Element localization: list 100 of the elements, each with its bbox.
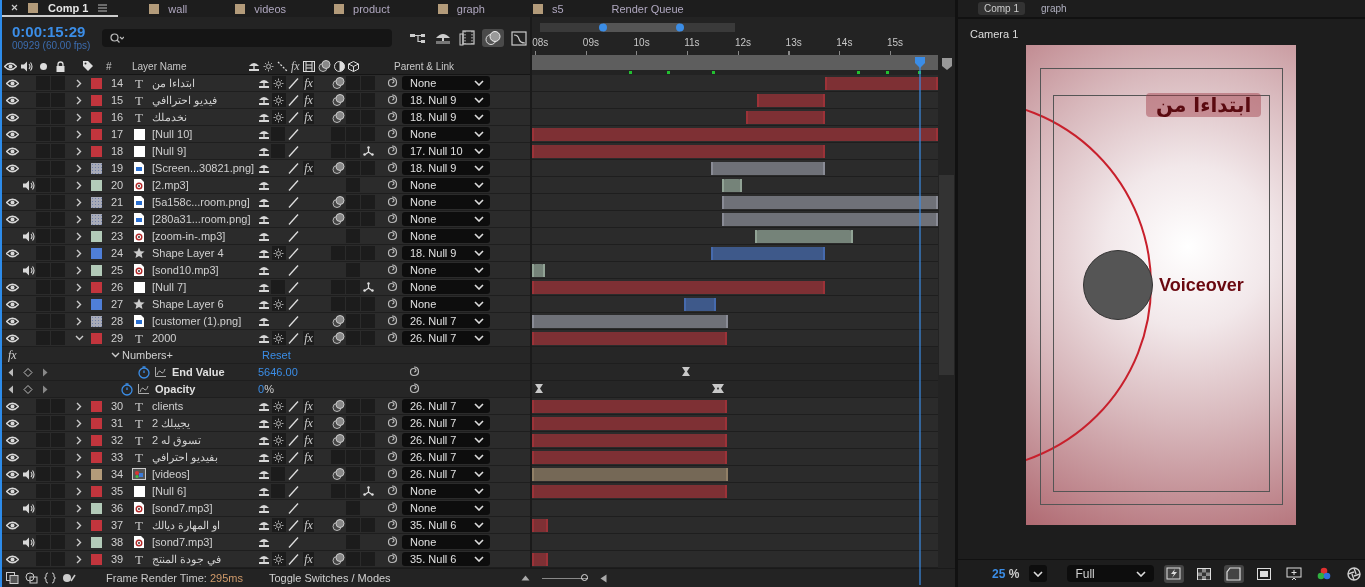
- search-field[interactable]: [102, 28, 392, 47]
- shy-switch-icon[interactable]: [257, 434, 270, 446]
- switch-box[interactable]: [346, 161, 360, 175]
- layer-name[interactable]: Shape Layer 4: [148, 247, 256, 259]
- pick-whip-icon[interactable]: [386, 111, 398, 123]
- out-point-handle[interactable]: [739, 179, 742, 192]
- speaker-icon[interactable]: [21, 264, 35, 276]
- current-time[interactable]: 0:00:15:29: [12, 23, 102, 40]
- column-header[interactable]: Parent & Link: [388, 60, 455, 72]
- sun-icon[interactable]: [273, 417, 284, 429]
- motion-blur-icon[interactable]: [317, 60, 331, 72]
- layer-name[interactable]: [Null 7]: [148, 281, 256, 293]
- shy-switch-icon[interactable]: [257, 553, 270, 565]
- label-color[interactable]: [91, 179, 102, 191]
- switch-box[interactable]: [346, 416, 360, 430]
- parent-dropdown[interactable]: 18. Null 9: [402, 161, 490, 175]
- label-color[interactable]: [91, 434, 102, 446]
- in-point-handle[interactable]: [532, 128, 535, 141]
- sun-icon[interactable]: [273, 111, 284, 123]
- sun-icon[interactable]: [273, 553, 284, 565]
- out-point-handle[interactable]: [823, 281, 826, 294]
- solo-switch[interactable]: [36, 178, 50, 192]
- out-point-handle[interactable]: [725, 451, 728, 464]
- eye-icon[interactable]: [5, 333, 19, 343]
- comp-tab[interactable]: videos: [224, 0, 298, 17]
- graph-editor-icon[interactable]: [511, 29, 527, 46]
- quality-switch-icon[interactable]: [288, 332, 299, 344]
- parent-dropdown[interactable]: None: [402, 76, 490, 90]
- shy-switch-icon[interactable]: [257, 230, 270, 242]
- shy-switch-icon[interactable]: [257, 128, 270, 140]
- in-point-handle[interactable]: [746, 111, 748, 124]
- quality-switch-icon[interactable]: [288, 502, 299, 514]
- layer-name[interactable]: نخدملك: [148, 110, 256, 124]
- parent-dropdown[interactable]: None: [402, 178, 490, 192]
- layer-name[interactable]: فيديو احتراافي: [148, 93, 256, 107]
- eye-icon[interactable]: [5, 486, 19, 496]
- sun-icon[interactable]: [273, 247, 284, 259]
- zoom-level[interactable]: 25 %: [992, 566, 1020, 581]
- property-value[interactable]: 5646.00: [258, 366, 408, 378]
- switch-box[interactable]: [346, 110, 360, 124]
- out-point-handle[interactable]: [725, 332, 728, 345]
- quality-switch-icon[interactable]: [288, 553, 299, 565]
- motion-blur-icon[interactable]: [332, 213, 345, 225]
- effects-switch[interactable]: fx: [303, 450, 314, 464]
- switch-box[interactable]: [346, 314, 360, 328]
- layer-duration-bar[interactable]: [711, 246, 826, 260]
- layer-duration-bar[interactable]: [722, 212, 938, 226]
- stopwatch-icon[interactable]: [121, 382, 133, 396]
- motion-blur-icon[interactable]: [332, 400, 345, 412]
- parent-dropdown[interactable]: None: [402, 535, 490, 549]
- switch-box[interactable]: [346, 93, 360, 107]
- motion-blur-icon[interactable]: [332, 434, 345, 446]
- layer-name[interactable]: تسوق له 2: [148, 433, 256, 447]
- quality-switch-icon[interactable]: [288, 230, 299, 242]
- shy-switch-icon[interactable]: [257, 162, 270, 174]
- out-point-handle[interactable]: [936, 196, 939, 209]
- in-point-handle[interactable]: [532, 553, 535, 566]
- pick-whip-icon[interactable]: [386, 128, 398, 140]
- comp-tab[interactable]: s5: [521, 0, 575, 17]
- comp-tab[interactable]: graph: [426, 0, 496, 17]
- filmstrip-icon[interactable]: [459, 29, 475, 46]
- in-point-handle[interactable]: [532, 145, 535, 158]
- out-point-handle[interactable]: [936, 77, 939, 90]
- parent-dropdown[interactable]: None: [402, 127, 490, 141]
- sun-icon[interactable]: [273, 332, 284, 344]
- shy-switch-icon[interactable]: [257, 179, 270, 191]
- axes-icon[interactable]: [363, 146, 374, 156]
- shy-switch-icon[interactable]: [257, 519, 270, 531]
- switch-box[interactable]: [346, 195, 360, 209]
- in-point-handle[interactable]: [722, 179, 725, 192]
- comp-tab[interactable]: product: [323, 0, 401, 17]
- parent-dropdown[interactable]: None: [402, 195, 490, 209]
- eye-icon[interactable]: [5, 197, 19, 207]
- label-color[interactable]: [91, 196, 102, 208]
- label-color[interactable]: [91, 213, 102, 225]
- tag-icon[interactable]: [82, 60, 94, 72]
- shy-switch-icon[interactable]: [257, 332, 270, 344]
- grid-guides-button[interactable]: [1284, 564, 1305, 583]
- switch-box[interactable]: [346, 399, 360, 413]
- keyframe-icon[interactable]: [534, 384, 543, 393]
- column-header[interactable]: Layer Name: [124, 60, 248, 72]
- graph-icon[interactable]: [155, 367, 166, 377]
- sun-icon[interactable]: [273, 519, 284, 531]
- quality-switch-icon[interactable]: [288, 298, 299, 310]
- zoom-dropdown[interactable]: [1029, 565, 1048, 582]
- out-point-handle[interactable]: [713, 298, 716, 311]
- parent-dropdown[interactable]: 26. Null 7: [402, 467, 490, 481]
- out-point-handle[interactable]: [823, 94, 826, 107]
- label-color[interactable]: [91, 553, 102, 565]
- quality-switch-icon[interactable]: [288, 94, 299, 106]
- label-color[interactable]: [91, 400, 102, 412]
- cube-icon[interactable]: [347, 60, 359, 72]
- layers-icon[interactable]: [6, 572, 19, 584]
- layer-name[interactable]: [Null 10]: [148, 128, 256, 140]
- viewer-tab[interactable]: Comp 1: [978, 2, 1025, 15]
- pick-whip-icon[interactable]: [386, 468, 398, 480]
- motion-blur-icon[interactable]: [332, 332, 345, 344]
- pick-whip-icon[interactable]: [386, 230, 398, 242]
- overlap-icon[interactable]: [25, 572, 38, 584]
- eye-icon[interactable]: [5, 452, 19, 462]
